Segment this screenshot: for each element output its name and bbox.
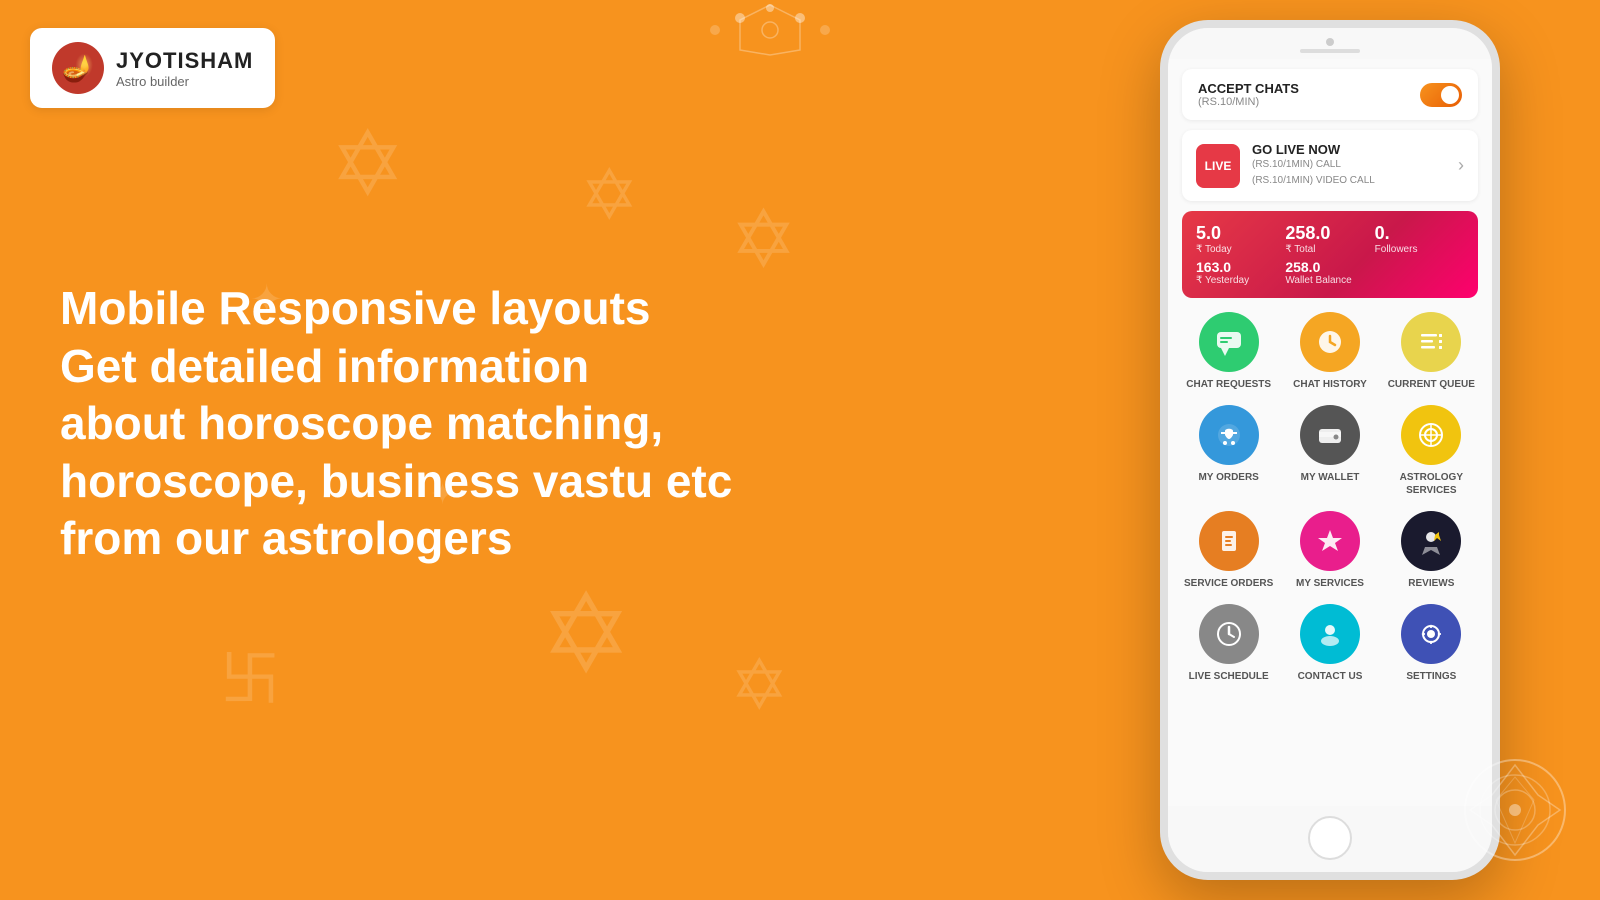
my-services-label: MY SERVICES <box>1296 577 1364 590</box>
stat-wallet: 258.0 Wallet Balance <box>1285 259 1374 286</box>
stat-followers: 0. Followers <box>1375 223 1464 255</box>
settings-icon <box>1401 604 1461 664</box>
stat-total: 258.0 ₹ Total <box>1285 223 1374 255</box>
menu-item-my-orders[interactable]: MY ORDERS <box>1182 405 1275 497</box>
live-schedule-label: LIVE SCHEDULE <box>1189 670 1269 683</box>
go-live-arrow: › <box>1458 155 1464 176</box>
menu-grid: CHAT REQUESTS CHAT HISTORY CURRENT QUEUE… <box>1182 308 1478 687</box>
live-text: GO LIVE NOW (RS.10/1MIN) CALL (RS.10/1MI… <box>1252 142 1375 189</box>
menu-item-settings[interactable]: SETTINGS <box>1385 604 1478 683</box>
menu-item-my-services[interactable]: MY SERVICES <box>1283 511 1376 590</box>
accept-chats-subtitle: (RS.10/MIN) <box>1198 96 1299 108</box>
go-live-sub1: (RS.10/1MIN) CALL <box>1252 157 1375 173</box>
menu-item-reviews[interactable]: REVIEWS <box>1385 511 1478 590</box>
service-orders-label: SERVICE ORDERS <box>1184 577 1273 590</box>
bottom-right-decoration <box>1460 755 1570 870</box>
reviews-label: REVIEWS <box>1408 577 1454 590</box>
menu-item-chat-requests[interactable]: CHAT REQUESTS <box>1182 312 1275 391</box>
phone-speaker <box>1300 49 1360 53</box>
menu-item-current-queue[interactable]: CURRENT QUEUE <box>1385 312 1478 391</box>
my-services-icon <box>1300 511 1360 571</box>
menu-item-live-schedule[interactable]: LIVE SCHEDULE <box>1182 604 1275 683</box>
yesterday-label: ₹ Yesterday <box>1196 275 1285 286</box>
left-heading: Mobile Responsive layouts Get detailed i… <box>60 280 732 568</box>
contact-us-label: CONTACT US <box>1298 670 1363 683</box>
accept-chats-row: ACCEPT CHATS (RS.10/MIN) <box>1182 69 1478 120</box>
astrology-services-label: ASTROLOGY SERVICES <box>1385 471 1478 497</box>
home-button[interactable] <box>1308 816 1352 860</box>
logo-icon: 🪔 <box>52 42 104 94</box>
go-live-title: GO LIVE NOW <box>1252 142 1375 157</box>
top-center-decoration <box>680 0 860 65</box>
stat-yesterday: 163.0 ₹ Yesterday <box>1196 259 1285 286</box>
chat-requests-icon <box>1199 312 1259 372</box>
wallet-val: 258.0 <box>1285 259 1374 275</box>
followers-val: 0. <box>1375 223 1464 244</box>
today-val: 5.0 <box>1196 223 1285 244</box>
my-orders-label: MY ORDERS <box>1198 471 1258 484</box>
accept-chats-toggle[interactable] <box>1420 83 1462 107</box>
live-schedule-icon <box>1199 604 1259 664</box>
my-orders-icon <box>1199 405 1259 465</box>
menu-item-my-wallet[interactable]: MY WALLET <box>1283 405 1376 497</box>
current-queue-icon <box>1401 312 1461 372</box>
phone-bottom <box>1168 806 1492 872</box>
wallet-label: Wallet Balance <box>1285 275 1374 286</box>
settings-label: SETTINGS <box>1406 670 1456 683</box>
logo-text: JYOTISHAM Astro builder <box>116 48 253 89</box>
menu-item-contact-us[interactable]: CONTACT US <box>1283 604 1376 683</box>
stat-today: 5.0 ₹ Today <box>1196 223 1285 255</box>
phone-body: ACCEPT CHATS (RS.10/MIN) LIVE GO LIVE NO… <box>1160 20 1500 880</box>
chat-requests-label: CHAT REQUESTS <box>1186 378 1271 391</box>
phone-top-bar <box>1168 28 1492 59</box>
menu-item-service-orders[interactable]: SERVICE ORDERS <box>1182 511 1275 590</box>
chat-history-label: CHAT HISTORY <box>1293 378 1367 391</box>
contact-us-icon <box>1300 604 1360 664</box>
phone-dot <box>1326 38 1334 46</box>
menu-item-astrology-services[interactable]: ASTROLOGY SERVICES <box>1385 405 1478 497</box>
logo-tagline: Astro builder <box>116 74 253 89</box>
followers-label: Followers <box>1375 244 1464 255</box>
live-icon: LIVE <box>1196 144 1240 188</box>
total-val: 258.0 <box>1285 223 1374 244</box>
accept-chats-text: ACCEPT CHATS (RS.10/MIN) <box>1198 81 1299 108</box>
phone-mockup: ACCEPT CHATS (RS.10/MIN) LIVE GO LIVE NO… <box>1160 20 1500 880</box>
my-wallet-label: MY WALLET <box>1301 471 1360 484</box>
phone-content: ACCEPT CHATS (RS.10/MIN) LIVE GO LIVE NO… <box>1168 59 1492 806</box>
my-wallet-icon <box>1300 405 1360 465</box>
total-label: ₹ Total <box>1285 244 1374 255</box>
go-live-row[interactable]: LIVE GO LIVE NOW (RS.10/1MIN) CALL (RS.1… <box>1182 130 1478 201</box>
today-label: ₹ Today <box>1196 244 1285 255</box>
accept-chats-title: ACCEPT CHATS <box>1198 81 1299 96</box>
stats-banner: 5.0 ₹ Today 258.0 ₹ Total 0. Followers 1… <box>1182 211 1478 298</box>
logo-name: JYOTISHAM <box>116 48 253 74</box>
astrology-services-icon <box>1401 405 1461 465</box>
menu-item-chat-history[interactable]: CHAT HISTORY <box>1283 312 1376 391</box>
go-live-sub2: (RS.10/1MIN) VIDEO CALL <box>1252 173 1375 189</box>
left-content: Mobile Responsive layouts Get detailed i… <box>60 280 732 568</box>
current-queue-label: CURRENT QUEUE <box>1388 378 1475 391</box>
service-orders-icon <box>1199 511 1259 571</box>
chat-history-icon <box>1300 312 1360 372</box>
logo-container: 🪔 JYOTISHAM Astro builder <box>30 28 275 108</box>
reviews-icon <box>1401 511 1461 571</box>
yesterday-val: 163.0 <box>1196 259 1285 275</box>
live-badge: LIVE <box>1205 159 1232 173</box>
